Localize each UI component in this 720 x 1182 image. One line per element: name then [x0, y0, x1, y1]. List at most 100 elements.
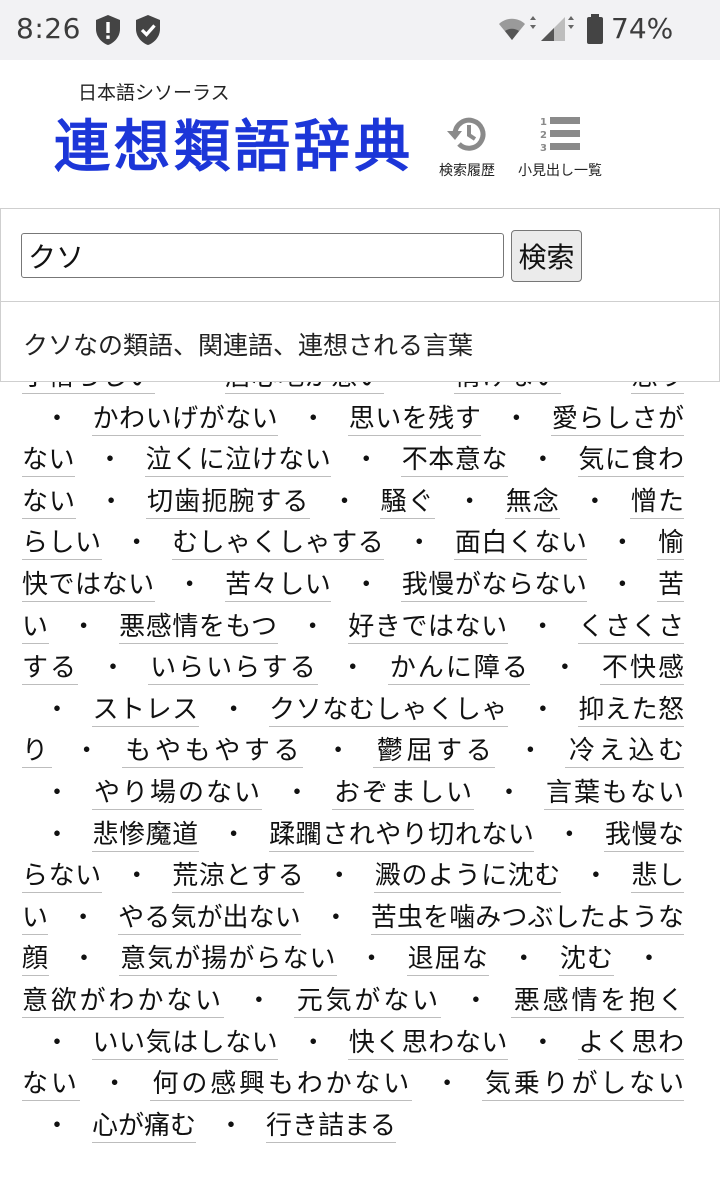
battery-icon: [586, 14, 604, 48]
word-separator: ・: [495, 777, 522, 808]
word-separator: ・: [245, 985, 272, 1016]
related-word-link[interactable]: 居心地が悪い: [224, 382, 385, 394]
related-word-link[interactable]: 思いを残す: [348, 403, 482, 436]
index-list-button[interactable]: 1 2 3 小見出し一覧: [510, 114, 610, 180]
related-word-link[interactable]: 心が痛む: [92, 1110, 197, 1143]
related-word-link[interactable]: 鬱屈する: [373, 736, 496, 769]
result-heading: クソなの類語、関連語、連想される言葉: [23, 331, 474, 360]
result-heading-box: クソなの類語、関連語、連想される言葉: [0, 301, 720, 382]
related-word-link[interactable]: 意欲がわかない: [22, 985, 224, 1018]
related-word-link[interactable]: 言葉もない: [543, 777, 684, 810]
related-word-link[interactable]: もやもやする: [121, 736, 304, 769]
related-word-link[interactable]: 無念: [504, 486, 560, 519]
related-word-link[interactable]: 何の感興もわかない: [149, 1069, 413, 1102]
word-separator: ・: [97, 445, 124, 476]
svg-text:3: 3: [540, 143, 547, 154]
history-icon: [445, 117, 489, 158]
related-word-link[interactable]: 気乗りがしない: [482, 1069, 684, 1102]
word-separator: ・: [434, 1069, 461, 1100]
related-word-link[interactable]: 悲惨魔道: [92, 819, 199, 852]
related-word-link[interactable]: 切歯扼腕する: [146, 486, 310, 519]
related-word-link[interactable]: 小憎らしい: [22, 382, 155, 394]
word-separator: ・: [456, 486, 483, 517]
word-separator: ・: [609, 569, 636, 600]
related-word-link[interactable]: かわいげがない: [92, 403, 279, 436]
related-word-link[interactable]: 怒り: [630, 382, 684, 394]
wifi-icon: [498, 16, 538, 46]
word-separator: ・: [582, 861, 609, 892]
related-word-link[interactable]: 行き詰まる: [266, 1110, 397, 1143]
word-separator: ・: [220, 694, 247, 725]
index-list-label: 小見出し一覧: [518, 163, 602, 179]
related-word-link[interactable]: やる気が出ない: [118, 902, 301, 935]
word-separator: ・: [529, 445, 556, 476]
word-separator: ・: [331, 486, 358, 517]
related-word-link[interactable]: ストレス: [92, 694, 199, 727]
related-word-link[interactable]: いい気はしない: [92, 1027, 279, 1060]
word-separator: ・: [556, 819, 583, 850]
related-word-link[interactable]: かんに障る: [387, 653, 530, 686]
status-bar: 8:26 74%: [0, 0, 720, 60]
word-separator: ・: [43, 694, 70, 725]
related-word-link[interactable]: 澱のように沈む: [374, 861, 561, 894]
related-word-link[interactable]: 騒ぐ: [379, 486, 435, 519]
related-word-link[interactable]: クソなむしゃくしゃ: [268, 694, 508, 727]
site-header: 日本語シソーラス 連想類語辞典 検索履歴 1 2 3 小見出し一覧: [0, 60, 720, 208]
related-word-link[interactable]: 快く思わない: [348, 1027, 508, 1060]
related-word-link[interactable]: 情けない: [454, 382, 561, 394]
related-word-link[interactable]: 面白くない: [454, 528, 588, 561]
related-word-link[interactable]: 泣くに泣けない: [145, 445, 332, 478]
cellular-signal-icon: [541, 16, 575, 46]
word-separator: ・: [43, 403, 70, 434]
word-separator: ・: [353, 445, 380, 476]
search-input[interactable]: [21, 233, 504, 278]
related-word-link[interactable]: 退屈な: [406, 944, 489, 977]
related-word-link[interactable]: 蹂躙されやり切れない: [268, 819, 535, 852]
related-word-link[interactable]: 荒涼とする: [171, 861, 305, 894]
shield-check-icon: [134, 14, 162, 50]
related-word-link[interactable]: やり場のない: [92, 777, 262, 810]
word-separator: ・: [300, 403, 327, 434]
related-words-list: 小憎らしい・居心地が悪い・情けない・怒り・かわいげがない・思いを残す・愛らしさが…: [22, 382, 684, 1147]
word-separator: ・: [510, 944, 537, 975]
related-word-link[interactable]: 意気が揚がらない: [119, 944, 337, 977]
related-word-link[interactable]: 冷え込む: [565, 736, 684, 769]
related-word-link[interactable]: 好きではない: [347, 611, 508, 644]
word-separator: ・: [462, 985, 489, 1016]
related-word-link[interactable]: 悪感情を抱く: [510, 985, 684, 1018]
word-separator: ・: [561, 382, 631, 399]
word-separator: ・: [70, 611, 97, 642]
site-subtitle: 日本語シソーラス: [78, 82, 230, 104]
related-word-link[interactable]: 沈む: [558, 944, 614, 977]
word-separator: ・: [100, 653, 127, 684]
word-separator: ・: [70, 902, 97, 933]
word-separator: ・: [43, 1027, 70, 1058]
related-word-link[interactable]: 悪感情をもつ: [118, 611, 278, 644]
search-history-button[interactable]: 検索履歴: [432, 114, 502, 180]
svg-text:2: 2: [540, 130, 547, 141]
status-time: 8:26: [16, 12, 81, 45]
related-word-link[interactable]: むしゃくしゃする: [171, 528, 385, 561]
related-word-link[interactable]: 苦々しい: [224, 569, 332, 602]
word-separator: ・: [123, 861, 150, 892]
related-word-link[interactable]: いらいらする: [148, 653, 318, 686]
word-separator: ・: [98, 486, 125, 517]
word-separator: ・: [43, 1110, 70, 1141]
word-separator: ・: [73, 736, 100, 767]
word-separator: ・: [71, 944, 98, 975]
word-separator: ・: [339, 653, 366, 684]
related-word-link[interactable]: おぞましい: [331, 777, 474, 810]
related-word-link[interactable]: 不本意な: [401, 445, 508, 478]
word-separator: ・: [581, 486, 608, 517]
word-separator: ・: [609, 528, 636, 559]
related-word-link[interactable]: 元気がない: [293, 985, 441, 1018]
word-separator: ・: [517, 736, 544, 767]
search-button[interactable]: 検索: [511, 230, 582, 282]
related-word-link[interactable]: 不快感: [599, 653, 684, 686]
shield-alert-icon: [94, 14, 122, 50]
site-logo[interactable]: 連想類語辞典: [54, 102, 414, 183]
word-separator: ・: [384, 382, 454, 399]
search-form: 検索: [0, 208, 720, 302]
word-separator: ・: [529, 1027, 556, 1058]
related-word-link[interactable]: 我慢がならない: [401, 569, 588, 602]
